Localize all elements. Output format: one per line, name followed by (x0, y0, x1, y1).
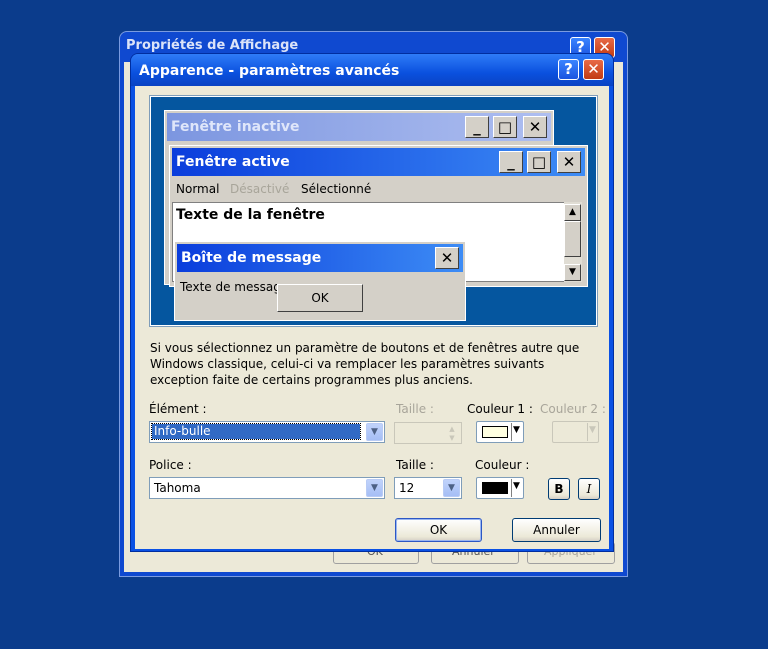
close-glyph: ✕ (562, 153, 576, 171)
chevron-down-icon: ▼ (513, 481, 520, 491)
close-glyph: ✕ (528, 118, 542, 136)
appearance-preview[interactable]: Fenêtre inactive _ □ ✕ Fenêtre active _ … (149, 95, 598, 327)
minimize-glyph: _ (473, 118, 481, 136)
color1-divider (511, 423, 512, 441)
font-color-swatch (482, 482, 508, 494)
preview-window-text: Texte de la fenêtre (176, 207, 325, 223)
preview-menu-disabled: Désactivé (230, 182, 290, 196)
preview-message-ok-label: OK (311, 291, 329, 305)
chevron-down-icon[interactable]: ▼ (443, 479, 460, 497)
element-selected-value: Info-bulle (151, 423, 361, 440)
preview-message-box[interactable]: Boîte de message ✕ Texte de messag OK (174, 241, 466, 321)
color1-label: Couleur 1 : (467, 402, 533, 416)
close-icon: ✕ (557, 151, 581, 173)
preview-inactive-titlebar: Fenêtre inactive _ □ ✕ (167, 113, 551, 141)
scroll-down-glyph: ▼ (569, 267, 576, 277)
italic-button[interactable]: I (578, 478, 600, 500)
preview-inactive-title: Fenêtre inactive (171, 119, 300, 135)
close-button[interactable]: ✕ (583, 59, 604, 80)
scroll-down-icon: ▼ (564, 264, 581, 281)
element-label: Élément : (149, 402, 207, 416)
font-combo[interactable]: Tahoma ▼ (149, 477, 385, 499)
help-icon: ? (564, 60, 573, 78)
minimize-icon: _ (465, 116, 489, 138)
chevron-down-icon[interactable]: ▼ (366, 479, 383, 497)
color2-label: Couleur 2 : (540, 402, 606, 416)
preview-message-ok-button: OK (277, 284, 363, 312)
element-size-spinner: ▲ ▼ (394, 422, 462, 444)
maximize-icon: □ (493, 116, 517, 138)
close-icon: ✕ (435, 247, 459, 269)
chevron-down-icon[interactable]: ▼ (366, 423, 383, 441)
preview-message-titlebar: Boîte de message ✕ (177, 244, 463, 272)
color2-divider (587, 423, 588, 441)
font-color-divider (511, 479, 512, 497)
dialog-title: Apparence - paramètres avancés (139, 63, 400, 79)
italic-icon: I (586, 482, 592, 496)
scroll-up-icon: ▲ (564, 204, 581, 221)
close-icon: ✕ (523, 116, 547, 138)
font-value: Tahoma (154, 481, 201, 495)
background-window-title: Propriétés de Affichage (126, 38, 299, 53)
spin-up-icon: ▲ (449, 425, 455, 433)
font-size-value: 12 (399, 481, 415, 495)
maximize-glyph: □ (497, 118, 513, 136)
ok-label: OK (429, 523, 448, 537)
preview-message-title: Boîte de message (181, 250, 322, 266)
color2-picker: ▼ (552, 421, 599, 443)
description-text: Si vous sélectionnez un paramètre de bou… (150, 341, 580, 387)
close-icon: ✕ (587, 60, 600, 78)
preview-menu-selected: Sélectionné (301, 182, 372, 196)
preview-active-titlebar: Fenêtre active _ □ ✕ (172, 148, 585, 176)
maximize-icon: □ (527, 151, 551, 173)
scroll-up-glyph: ▲ (569, 207, 576, 217)
color1-picker[interactable]: ▼ (476, 421, 524, 443)
font-color-label: Couleur : (475, 458, 530, 472)
color1-swatch (482, 426, 508, 438)
font-size-combo[interactable]: 12 ▼ (394, 477, 462, 499)
chevron-down-icon: ▼ (513, 425, 520, 435)
scroll-thumb (564, 221, 581, 257)
element-combo[interactable]: Info-bulle ▼ (149, 421, 385, 443)
spin-down-icon: ▼ (449, 434, 455, 442)
close-glyph: ✕ (440, 249, 454, 267)
element-size-label: Taille : (396, 402, 434, 416)
font-size-label: Taille : (396, 458, 434, 472)
cancel-button[interactable]: Annuler (512, 518, 601, 542)
minimize-icon: _ (499, 151, 523, 173)
bold-button[interactable]: B (548, 478, 570, 500)
preview-menu-normal: Normal (176, 182, 220, 196)
ok-button[interactable]: OK (395, 518, 482, 542)
minimize-glyph: _ (507, 153, 515, 171)
font-color-picker[interactable]: ▼ (476, 477, 524, 499)
bold-icon: B (554, 482, 564, 496)
preview-scrollbar: ▲ ▼ (564, 202, 582, 282)
help-button[interactable]: ? (558, 59, 579, 80)
preview-message-text: Texte de messag (180, 280, 281, 294)
chevron-down-icon: ▼ (589, 425, 596, 435)
dialog-titlebar[interactable]: Apparence - paramètres avancés ? ✕ (131, 54, 613, 86)
font-label: Police : (149, 458, 192, 472)
cancel-label: Annuler (533, 523, 580, 537)
maximize-glyph: □ (531, 153, 547, 171)
preview-active-title: Fenêtre active (176, 154, 290, 170)
